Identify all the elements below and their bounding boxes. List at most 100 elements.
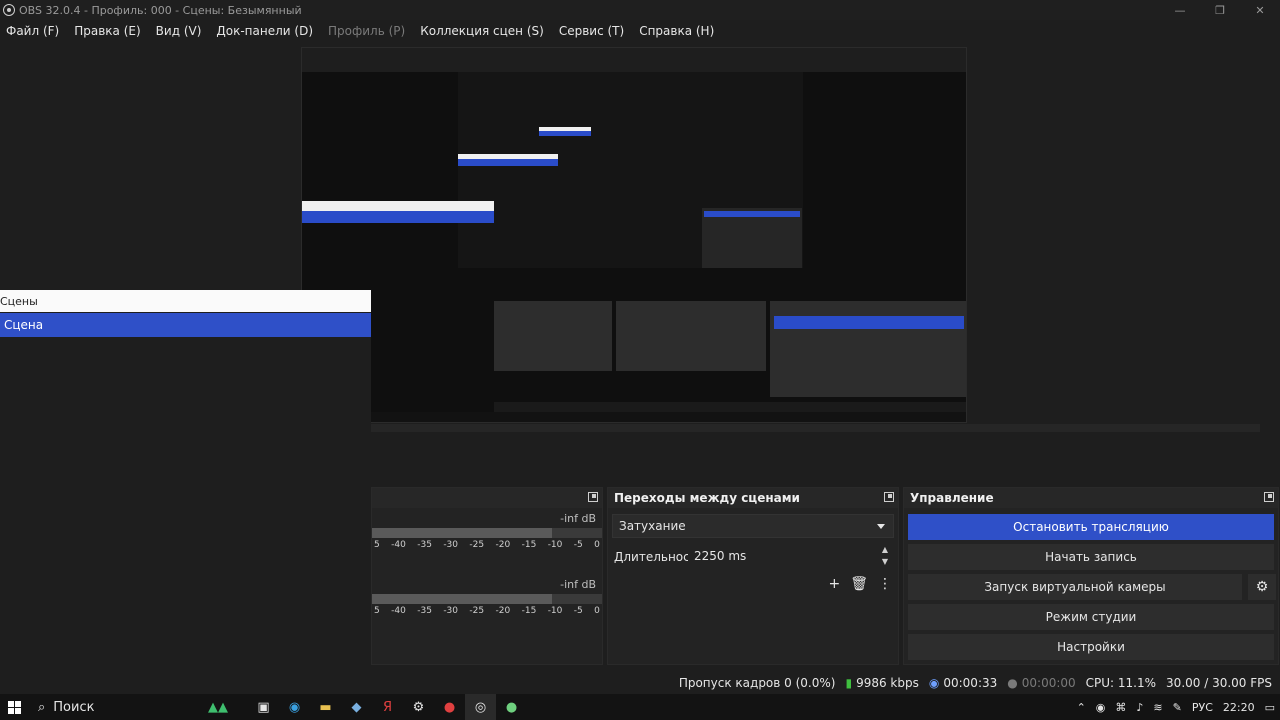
duration-spinner[interactable]: ▲ ▼ <box>878 544 892 568</box>
record-time: 00:00:00 <box>1021 676 1076 690</box>
task-view-icon[interactable]: ▣ <box>248 694 279 720</box>
controls-title: Управление <box>904 488 1278 508</box>
signal-bars-icon: ▮ <box>845 676 853 690</box>
controls-dock: Управление Остановить трансляцию Начать … <box>903 487 1279 665</box>
virtual-camera-button[interactable]: Запуск виртуальной камеры <box>908 574 1242 600</box>
mini-transitions <box>616 301 766 371</box>
menu-view[interactable]: Вид (V) <box>156 24 202 38</box>
stop-stream-button[interactable]: Остановить трансляцию <box>908 514 1274 540</box>
yandex-browser-icon[interactable]: ● <box>434 694 465 720</box>
menu-docks[interactable]: Док-панели (D) <box>216 24 313 38</box>
audio-mixer-dock: -inf dB 5 -40 -35 -30 -25 -20 -15 -10 -5 0 -inf d… <box>371 487 603 665</box>
menu-tools[interactable]: Сервис (T) <box>559 24 624 38</box>
window-controls: — ❐ ✕ <box>1160 0 1280 20</box>
mini-stop-button-2 <box>704 211 800 217</box>
mini-scene-item-2 <box>539 131 591 136</box>
chevron-down-icon <box>877 524 885 529</box>
transitions-dock: Переходы между сценами Затухание Длитель… <box>607 487 899 665</box>
mixer-track1-level: -inf dB <box>560 512 596 525</box>
taskbar-search[interactable]: ⌕ Поиск <box>28 694 188 720</box>
mixer-track1-scale: 5 -40 -35 -30 -25 -20 -15 -10 -5 0 <box>374 540 600 550</box>
search-icon: ⌕ <box>38 699 46 715</box>
undock-icon[interactable] <box>588 492 598 502</box>
minimize-button[interactable]: — <box>1160 0 1200 20</box>
undock-icon[interactable] <box>1264 492 1274 502</box>
preview-canvas[interactable] <box>301 47 967 423</box>
title-bar: OBS 32.0.4 - Профиль: 000 - Сцены: Безым… <box>0 0 1280 20</box>
windows-start-icon[interactable] <box>0 694 28 720</box>
app-icon[interactable]: ◆ <box>341 694 372 720</box>
maximize-button[interactable]: ❐ <box>1200 0 1240 20</box>
studio-mode-button[interactable]: Режим студии <box>908 604 1274 630</box>
bitrate: 9986 kbps <box>856 676 919 690</box>
notifications-icon[interactable]: ▭ <box>1265 701 1275 714</box>
mini-menubar <box>302 48 966 72</box>
search-label: Поиск <box>53 699 95 715</box>
transition-select[interactable]: Затухание <box>612 514 894 538</box>
preview-scrollbar[interactable] <box>371 424 1260 432</box>
menu-file[interactable]: Файл (F) <box>6 24 59 38</box>
start-record-button[interactable]: Начать запись <box>908 544 1274 570</box>
language-indicator[interactable]: РУС <box>1192 701 1213 714</box>
duration-input[interactable]: 2250 ms <box>688 544 874 568</box>
volume-icon[interactable]: ♪ <box>1136 701 1143 714</box>
cpu-usage: CPU: 11.1% <box>1085 676 1157 690</box>
file-explorer-icon[interactable]: ▬ <box>310 694 341 720</box>
menu-help[interactable]: Справка (H) <box>639 24 714 38</box>
mixer-title-bar <box>372 488 602 508</box>
transition-toolbar: + 🗑 ⋮ <box>828 576 892 592</box>
obs-logo-icon <box>3 4 15 16</box>
scenes-panel: Сцены Сцена <box>0 290 371 700</box>
mini-taskbar <box>302 412 966 422</box>
mini-mixer <box>494 301 612 371</box>
mini-scene-item-3 <box>302 211 494 223</box>
yandex-icon[interactable]: Я <box>372 694 403 720</box>
add-transition-icon[interactable]: + <box>828 576 840 592</box>
mini-stop-button <box>774 316 964 329</box>
mini-controls-2 <box>702 208 802 268</box>
window-title: OBS 32.0.4 - Профиль: 000 - Сцены: Безым… <box>19 3 302 17</box>
scene-list-item[interactable]: Сцена <box>0 313 371 337</box>
clock[interactable]: 22:20 <box>1223 701 1255 714</box>
gear-icon[interactable]: ⚙ <box>1248 574 1276 600</box>
system-tray: ⌃ ◉ ⌘ ♪ ≋ ✎ РУС 22:20 ▭ <box>1072 694 1280 720</box>
mini-statusbar <box>494 402 966 412</box>
obs-taskbar-icon[interactable]: ◎ <box>465 694 496 720</box>
tray-network-icon[interactable]: ⌘ <box>1115 701 1126 714</box>
scenes-header: Сцены <box>0 290 371 312</box>
trash-icon[interactable]: 🗑 <box>850 576 868 592</box>
settings-icon[interactable]: ⚙ <box>403 694 434 720</box>
edge-browser-icon[interactable]: ◉ <box>279 694 310 720</box>
widget-landscape-icon[interactable]: ▲▲ <box>188 694 248 720</box>
settings-button[interactable]: Настройки <box>908 634 1274 660</box>
stream-live-icon: ◉ <box>928 676 940 690</box>
status-bar: Пропуск кадров 0 (0.0%) ▮ 9986 kbps ◉ 00… <box>371 672 1280 694</box>
mixer-track1-meter <box>372 528 602 538</box>
mixer-track2-meter <box>372 594 602 604</box>
mini-scenes-header-3 <box>302 201 494 211</box>
transitions-title: Переходы между сценами <box>608 488 898 508</box>
stream-time: 00:00:33 <box>943 676 998 690</box>
spin-down-icon[interactable]: ▼ <box>878 556 892 568</box>
menu-bar: Файл (F) Правка (E) Вид (V) Док-панели (… <box>0 20 1280 42</box>
mini-scene-item <box>458 159 558 166</box>
taskbar: ⌕ Поиск ▲▲ ▣ ◉ ▬ ◆ Я ⚙ ● ◎ ● ⌃ ◉ ⌘ ♪ ≋ ✎… <box>0 694 1280 720</box>
mixer-track2-level: -inf dB <box>560 578 596 591</box>
undock-icon[interactable] <box>884 492 894 502</box>
record-icon: ● <box>1007 676 1018 690</box>
close-button[interactable]: ✕ <box>1240 0 1280 20</box>
tray-expand-icon[interactable]: ⌃ <box>1077 701 1086 714</box>
menu-scene-collection[interactable]: Коллекция сцен (S) <box>420 24 544 38</box>
wifi-icon[interactable]: ≋ <box>1153 701 1162 714</box>
spin-up-icon[interactable]: ▲ <box>878 544 892 556</box>
more-options-icon[interactable]: ⋮ <box>878 576 892 592</box>
docks-row: -inf dB 5 -40 -35 -30 -25 -20 -15 -10 -5 0 -inf d… <box>371 432 1280 672</box>
pen-icon[interactable]: ✎ <box>1173 701 1182 714</box>
app-green-icon[interactable]: ● <box>496 694 527 720</box>
fps: 30.00 / 30.00 FPS <box>1166 676 1272 690</box>
dropped-frames: Пропуск кадров 0 (0.0%) <box>678 676 836 690</box>
mixer-track2-scale: 5 -40 -35 -30 -25 -20 -15 -10 -5 0 <box>374 606 600 616</box>
tray-record-icon[interactable]: ◉ <box>1096 701 1106 714</box>
menu-profile[interactable]: Профиль (P) <box>328 24 405 38</box>
menu-edit[interactable]: Правка (E) <box>74 24 140 38</box>
